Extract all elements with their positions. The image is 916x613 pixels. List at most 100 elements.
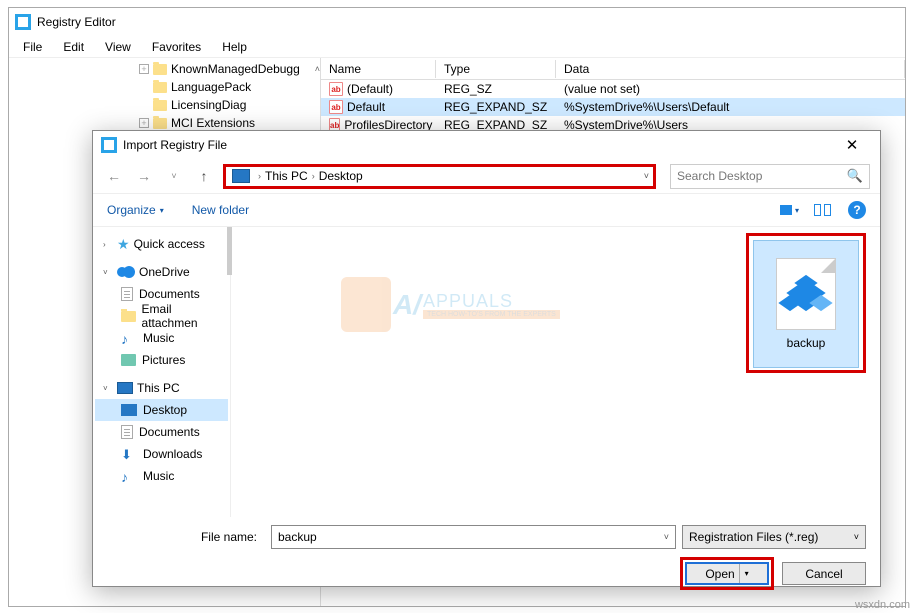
dialog-footer: File name: backup ˅ Registration Files (… xyxy=(93,517,880,600)
nav-label: This PC xyxy=(137,381,180,395)
close-button[interactable]: ✕ xyxy=(832,136,872,154)
menu-help[interactable]: Help xyxy=(214,38,255,56)
forward-button[interactable]: → xyxy=(133,165,155,187)
new-folder-button[interactable]: New folder xyxy=(192,203,249,217)
document-icon xyxy=(121,425,133,439)
music-icon: ♪ xyxy=(121,469,137,483)
filter-value: Registration Files (*.reg) xyxy=(689,530,818,544)
nav-this-pc[interactable]: ˅ This PC xyxy=(95,377,228,399)
folder-icon xyxy=(153,82,167,93)
breadcrumb-root[interactable]: This PC xyxy=(265,169,308,183)
tree-scroll-up-icon[interactable]: ˄ xyxy=(315,64,320,74)
help-button[interactable]: ? xyxy=(848,201,866,219)
menu-view[interactable]: View xyxy=(97,38,139,56)
folder-icon xyxy=(153,100,167,111)
scrollbar-thumb[interactable] xyxy=(227,227,232,275)
menu-edit[interactable]: Edit xyxy=(55,38,92,56)
menu-file[interactable]: File xyxy=(15,38,50,56)
chevron-down-icon: ˅ xyxy=(854,532,859,542)
tree-label: MCI Extensions xyxy=(171,116,255,130)
desktop-icon xyxy=(121,404,137,416)
onedrive-icon xyxy=(117,266,135,278)
chevron-down-icon[interactable]: ˅ xyxy=(103,268,113,277)
file-list-panel[interactable]: A/ APPUALS TECH HOW-TO'S FROM THE EXPERT… xyxy=(231,227,880,517)
open-split-dropdown[interactable]: ▾ xyxy=(739,564,749,583)
downloads-icon: ⬇ xyxy=(121,447,137,461)
tree-item[interactable]: + KnownManagedDebugg ˄ xyxy=(9,60,320,78)
tree-item[interactable]: LicensingDiag xyxy=(9,96,320,114)
this-pc-icon xyxy=(117,382,133,394)
nav-music[interactable]: ♪Music xyxy=(95,327,228,349)
nav-onedrive[interactable]: ˅ OneDrive xyxy=(95,261,228,283)
cell-name: (Default) xyxy=(347,82,393,96)
dialog-toolbar: Organize▾ New folder ▾ ? xyxy=(93,193,880,227)
folder-icon xyxy=(121,311,136,322)
file-item-backup[interactable]: backup xyxy=(753,240,859,368)
open-button[interactable]: Open▾ xyxy=(685,562,769,585)
search-icon: 🔍 xyxy=(847,168,863,184)
tree-expand-icon[interactable]: + xyxy=(139,64,149,74)
tree-expand-icon[interactable]: + xyxy=(139,118,149,128)
menu-favorites[interactable]: Favorites xyxy=(144,38,209,56)
nav-label: OneDrive xyxy=(139,265,190,279)
chevron-right-icon[interactable]: › xyxy=(103,240,113,249)
dialog-titlebar[interactable]: Import Registry File ✕ xyxy=(93,131,880,159)
tree-label: LanguagePack xyxy=(171,80,251,94)
filename-input[interactable]: backup ˅ xyxy=(271,525,676,549)
address-dropdown-icon[interactable]: ˅ xyxy=(644,171,649,181)
view-options-button[interactable]: ▾ xyxy=(780,201,802,219)
nav-label: Music xyxy=(143,469,174,483)
breadcrumb-location[interactable]: Desktop xyxy=(319,169,363,183)
nav-quick-access[interactable]: › ★ Quick access xyxy=(95,233,228,255)
organize-button[interactable]: Organize▾ xyxy=(107,203,164,217)
watermark-mascot-icon xyxy=(341,277,391,332)
filetype-filter-select[interactable]: Registration Files (*.reg) ˅ xyxy=(682,525,866,549)
nav-label: Desktop xyxy=(143,403,187,417)
nav-label: Documents xyxy=(139,425,200,439)
col-type[interactable]: Type xyxy=(436,60,556,78)
this-pc-icon xyxy=(232,169,250,183)
address-breadcrumb[interactable]: › This PC › Desktop ˅ xyxy=(223,164,656,189)
chevron-right-icon[interactable]: › xyxy=(258,171,261,181)
col-data[interactable]: Data xyxy=(556,60,905,78)
preview-pane-button[interactable] xyxy=(814,201,836,219)
nav-downloads[interactable]: ⬇ Downloads xyxy=(95,443,228,465)
nav-email-attachments[interactable]: Email attachmen xyxy=(95,305,228,327)
nav-desktop[interactable]: Desktop xyxy=(95,399,228,421)
col-name[interactable]: Name xyxy=(321,60,436,78)
navigation-pane[interactable]: › ★ Quick access ˅ OneDrive Documents Email… xyxy=(93,227,231,517)
file-label: backup xyxy=(787,336,826,350)
up-button[interactable]: ↑ xyxy=(193,165,215,187)
dialog-nav-row: ← → ˅ ↑ › This PC › Desktop ˅ Search Des… xyxy=(93,159,880,193)
tree-label: LicensingDiag xyxy=(171,98,246,112)
cancel-button[interactable]: Cancel xyxy=(782,562,866,585)
star-icon: ★ xyxy=(117,236,130,253)
list-row[interactable]: ab (Default) REG_SZ (value not set) xyxy=(321,80,905,98)
pictures-icon xyxy=(121,354,136,366)
nav-label: Pictures xyxy=(142,353,185,367)
chevron-right-icon[interactable]: › xyxy=(312,171,315,181)
cell-type: REG_SZ xyxy=(436,82,556,96)
nav-label: Documents xyxy=(139,287,200,301)
nav-label: Quick access xyxy=(134,237,205,251)
back-button[interactable]: ← xyxy=(103,165,125,187)
tree-item[interactable]: LanguagePack xyxy=(9,78,320,96)
regedit-titlebar[interactable]: Registry Editor xyxy=(9,8,905,36)
nav-music-pc[interactable]: ♪ Music xyxy=(95,465,228,487)
tree-label: KnownManagedDebugg xyxy=(171,62,300,76)
chevron-down-icon[interactable]: ˅ xyxy=(103,384,113,393)
nav-pictures[interactable]: Pictures xyxy=(95,349,228,371)
nav-label: Downloads xyxy=(143,447,202,461)
nav-documents-pc[interactable]: Documents xyxy=(95,421,228,443)
nav-label: Music xyxy=(143,331,174,345)
recent-locations-button[interactable]: ˅ xyxy=(163,165,185,187)
document-icon xyxy=(121,287,133,301)
dialog-title: Import Registry File xyxy=(123,138,227,152)
cell-data: (value not set) xyxy=(556,82,905,96)
reg-string-icon: ab xyxy=(329,82,343,96)
search-input[interactable]: Search Desktop 🔍 xyxy=(670,164,870,189)
regedit-app-icon xyxy=(15,14,31,30)
cell-type: REG_EXPAND_SZ xyxy=(436,100,556,114)
list-row[interactable]: abDefault REG_EXPAND_SZ %SystemDrive%\Us… xyxy=(321,98,905,116)
chevron-down-icon[interactable]: ˅ xyxy=(664,532,669,542)
